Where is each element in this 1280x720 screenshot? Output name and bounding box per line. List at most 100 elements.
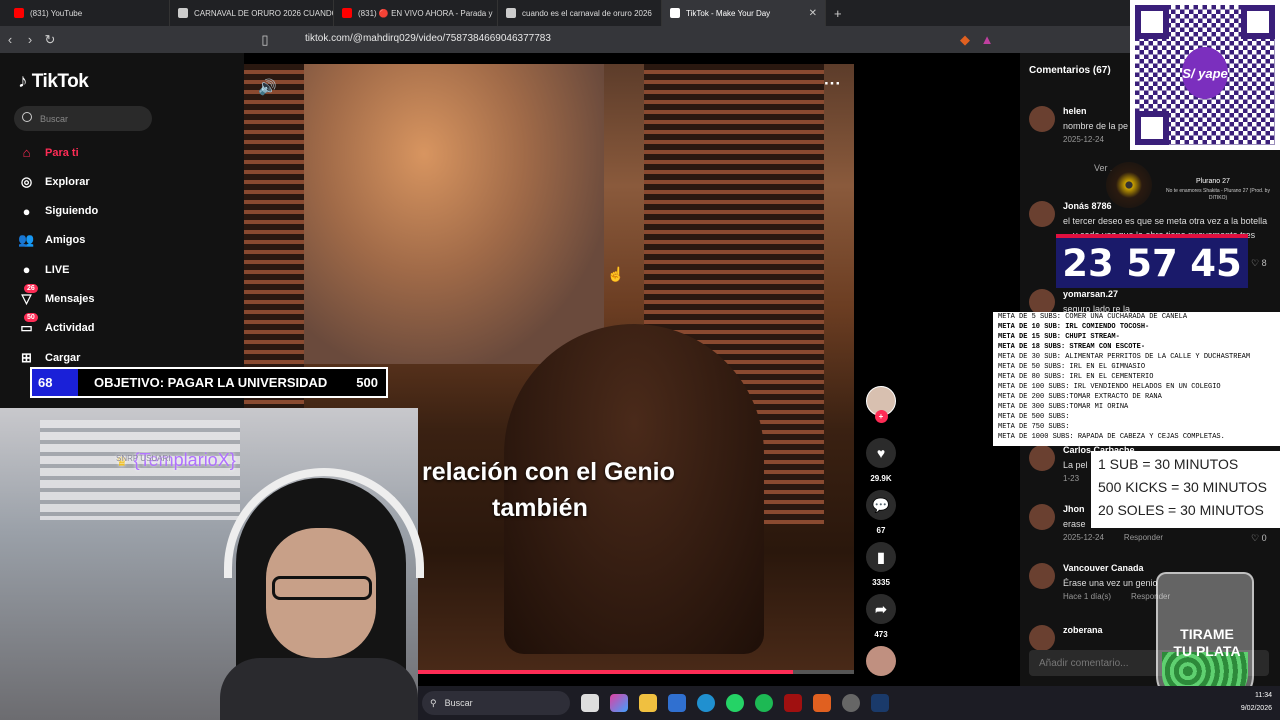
new-tab-button[interactable]: + [834, 6, 842, 21]
following-icon: ● [22, 203, 31, 219]
tab-favicon-icon [342, 8, 352, 18]
heart-outline-icon: ♡ [1251, 533, 1262, 543]
spotify-icon[interactable] [755, 694, 773, 712]
mouse-cursor-icon: ☝ [607, 266, 625, 282]
comment-like-button[interactable]: ♡ 0 [1251, 533, 1267, 544]
back-icon[interactable]: ‹ [0, 32, 20, 47]
nav-item-para-ti[interactable]: ⌂ Para ti [18, 144, 79, 161]
qr-pattern: S/ yape [1135, 5, 1275, 145]
nav-item-siguiendo[interactable]: ● Siguiendo [18, 203, 99, 220]
nav-item-actividad[interactable]: ▭ 50 Actividad [18, 312, 95, 337]
volume-icon[interactable]: 🔊 [258, 78, 277, 96]
whatsapp-icon[interactable] [726, 694, 744, 712]
yape-qr-code: S/ yape [1130, 0, 1280, 150]
taskbar-search-icon: ⚲ [430, 697, 437, 708]
comment-author[interactable]: Jhon [1063, 504, 1085, 514]
avatar[interactable] [1029, 563, 1055, 589]
brave-rewards-icon[interactable]: ▲ [977, 32, 997, 47]
tiktok-logo[interactable]: ♪ TikTok [18, 71, 89, 93]
objective-current: 68 [32, 369, 78, 396]
windows-taskbar: ⚲ Buscar 11:34 9/02/2026 [418, 686, 1280, 720]
bookmark-icon[interactable]: ▯ [255, 32, 275, 48]
tab-title: cuando es el carnaval de oruro 2026 [522, 8, 652, 18]
nav-item-mensajes[interactable]: ▽ 26 Mensajes [18, 283, 95, 308]
nav-item-label: Amigos [45, 234, 86, 247]
album-disc-icon [1106, 162, 1152, 208]
rate-item: 20 SOLES = 30 MINUTOS [1098, 502, 1264, 518]
nav-item-live[interactable]: ● LIVE [18, 261, 70, 278]
system-clock[interactable]: 11:34 9/02/2026 [1241, 689, 1272, 715]
taskview-icon[interactable] [581, 694, 599, 712]
video-figure [504, 324, 764, 654]
avatar[interactable] [1029, 445, 1055, 471]
score-b: 57 [1126, 241, 1178, 285]
song-title: Plurano 27 [1196, 178, 1230, 185]
browser-tab[interactable]: (831) YouTube [6, 0, 170, 26]
browser-tab[interactable]: TikTok - Make Your Day ✕ [662, 0, 826, 26]
browser-tab[interactable]: CARNAVAL DE ORURO 2026 CUANDO... [170, 0, 334, 26]
comment-like-count: 8 [1261, 258, 1267, 268]
nav-item-label: LIVE [45, 263, 70, 276]
like-count: 29.9K [870, 474, 892, 483]
steam-icon[interactable] [871, 694, 889, 712]
brave-shield-icon[interactable]: ◆ [955, 32, 975, 48]
sub-goal-item: META DE 200 SUBS:TOMAR EXTRACTO DE RANA [998, 393, 1162, 401]
more-options-icon[interactable]: ··· [824, 74, 841, 94]
avatar[interactable] [1029, 201, 1055, 227]
comment-author[interactable]: yomarsan.27 [1063, 289, 1118, 299]
comment-like-button[interactable]: ♡ 8 [1251, 258, 1267, 269]
like-button[interactable]: ♥ 29.9K [866, 438, 896, 483]
search-input[interactable]: Buscar [14, 106, 152, 131]
search-icon [22, 112, 32, 122]
browser-tab[interactable]: cuando es el carnaval de oruro 2026 [498, 0, 662, 26]
taskbar-search-label: Buscar [444, 698, 473, 708]
sound-disc[interactable] [866, 646, 896, 682]
brave-icon[interactable] [813, 694, 831, 712]
avatar[interactable] [1029, 106, 1055, 132]
comment-like-count: 0 [1261, 533, 1267, 543]
nav-item-explorar[interactable]: ◎ Explorar [18, 173, 90, 190]
taskbar-search[interactable]: ⚲ Buscar [422, 691, 570, 715]
url-field[interactable]: tiktok.com/@mahdirq029/video/75873846690… [305, 33, 551, 44]
store-icon[interactable] [668, 694, 686, 712]
song-overlay: Plurano 27 No te enamores Shakita - Plur… [1106, 160, 1280, 210]
sub-goal-item: META DE 10 SUB: IRL COMIENDO TOCOSH- [998, 323, 1150, 331]
tab-favicon-icon [14, 8, 24, 18]
comment-date: Hace 1 día(s) [1063, 592, 1112, 601]
obs-icon[interactable] [842, 694, 860, 712]
live-icon: ● [22, 262, 31, 278]
avatar[interactable] [1029, 504, 1055, 530]
comment-button[interactable]: 💬 67 [866, 490, 896, 535]
comment-meta: Hace 1 día(s) Responder [1063, 592, 1170, 601]
close-tab-icon[interactable]: ✕ [809, 8, 817, 19]
reload-icon[interactable]: ↻ [40, 32, 60, 48]
chat-highlight-small: SNRP USUARI [116, 454, 171, 463]
follow-plus-icon[interactable]: + [874, 410, 888, 423]
comment-author[interactable]: helen [1063, 106, 1087, 116]
tab-title: (831) 🔴 EN VIVO AHORA - Parada y [358, 8, 493, 18]
edge-icon[interactable] [697, 694, 715, 712]
sub-goal-item: META DE 50 SUBS: IRL EN EL GIMNASIO [998, 363, 1146, 371]
dota-icon[interactable] [784, 694, 802, 712]
forward-icon[interactable]: › [20, 32, 40, 47]
tab-title: CARNAVAL DE ORURO 2026 CUANDO... [194, 8, 334, 18]
file-explorer-icon[interactable] [639, 694, 657, 712]
comment-author[interactable]: zoberana [1063, 625, 1103, 635]
share-button[interactable]: ➦ 473 [866, 594, 896, 639]
subathon-rates: 1 SUB = 30 MINUTOS 500 KICKS = 30 MINUTOS… [1091, 451, 1280, 528]
comment-author[interactable]: Jonás 8786 [1063, 201, 1112, 211]
avatar[interactable] [1029, 625, 1055, 651]
comment-author[interactable]: Vancouver Canada [1063, 563, 1144, 573]
creator-avatar[interactable]: + [866, 386, 896, 423]
browser-tab[interactable]: (831) 🔴 EN VIVO AHORA - Parada y [334, 0, 498, 26]
reply-button[interactable]: Responder [1124, 533, 1163, 542]
video-caption-line2: también [492, 494, 588, 522]
nav-item-cargar[interactable]: ⊞ Cargar [18, 349, 80, 366]
sub-goals-list: META DE 5 SUBS: COMER UNA CUCHARADA DE C… [993, 312, 1280, 446]
nav-item-label: Para ti [45, 146, 79, 159]
copilot-icon[interactable] [610, 694, 628, 712]
compass-icon: ◎ [20, 173, 33, 189]
save-button[interactable]: ▮ 3335 [866, 542, 896, 587]
comment-count: 67 [876, 526, 886, 535]
nav-item-amigos[interactable]: 👥 Amigos [18, 232, 85, 249]
